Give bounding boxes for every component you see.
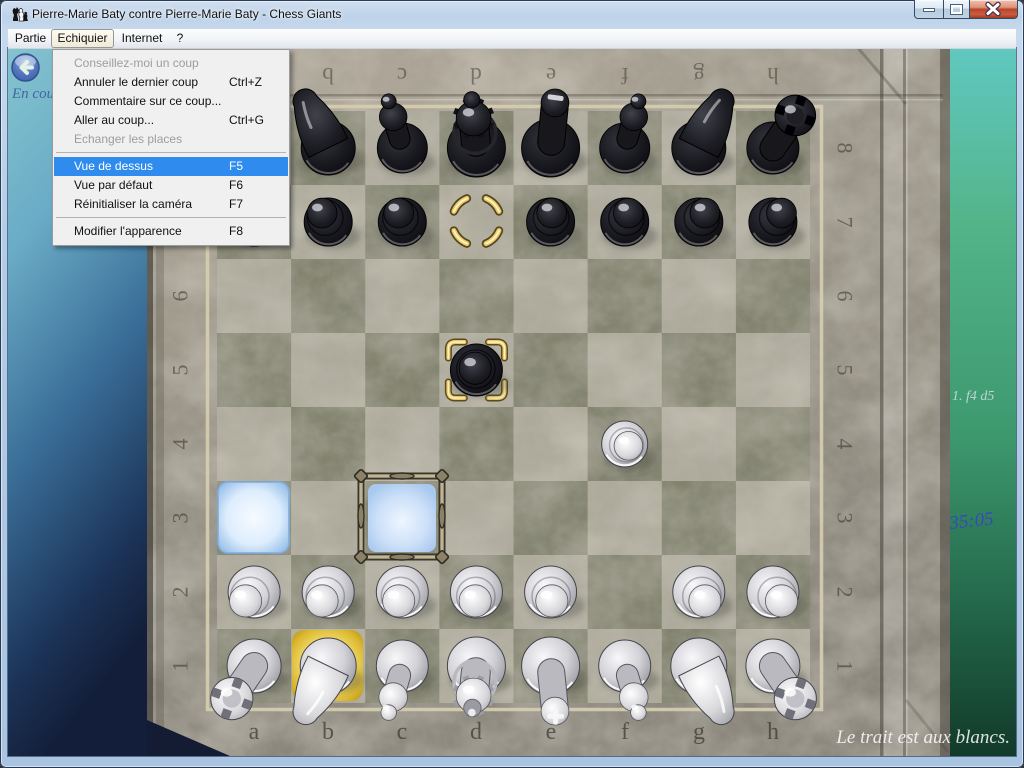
svg-text:5: 5 — [833, 365, 858, 376]
svg-text:1: 1 — [833, 661, 858, 672]
svg-text:c: c — [397, 63, 407, 88]
svg-text:4: 4 — [833, 439, 858, 450]
svg-text:8: 8 — [833, 143, 858, 154]
svg-text:h: h — [767, 63, 779, 88]
svg-text:Le trait est aux blancs.: Le trait est aux blancs. — [835, 727, 1010, 748]
svg-text:e: e — [546, 63, 556, 88]
svg-text:1. f4 d5: 1. f4 d5 — [952, 389, 994, 404]
svg-text:2: 2 — [833, 587, 858, 598]
svg-text:f: f — [621, 63, 629, 88]
svg-text:3: 3 — [833, 513, 858, 524]
svg-text:7: 7 — [833, 217, 858, 228]
svg-text:d: d — [470, 63, 482, 88]
svg-text:f: f — [621, 719, 629, 745]
svg-text:4: 4 — [168, 439, 193, 450]
svg-text:5: 5 — [168, 365, 193, 376]
svg-text:a: a — [249, 719, 260, 745]
svg-text:h: h — [767, 719, 779, 745]
svg-text:1: 1 — [168, 661, 193, 672]
svg-text:6: 6 — [833, 291, 858, 302]
svg-text:6: 6 — [168, 291, 193, 302]
svg-text:2: 2 — [168, 587, 193, 598]
svg-text:g: g — [693, 719, 705, 745]
svg-text:g: g — [693, 63, 705, 88]
svg-text:b: b — [322, 719, 334, 745]
svg-text:d: d — [470, 719, 482, 745]
svg-text:c: c — [397, 719, 408, 745]
svg-text:b: b — [322, 63, 334, 88]
svg-text:3: 3 — [168, 513, 193, 524]
